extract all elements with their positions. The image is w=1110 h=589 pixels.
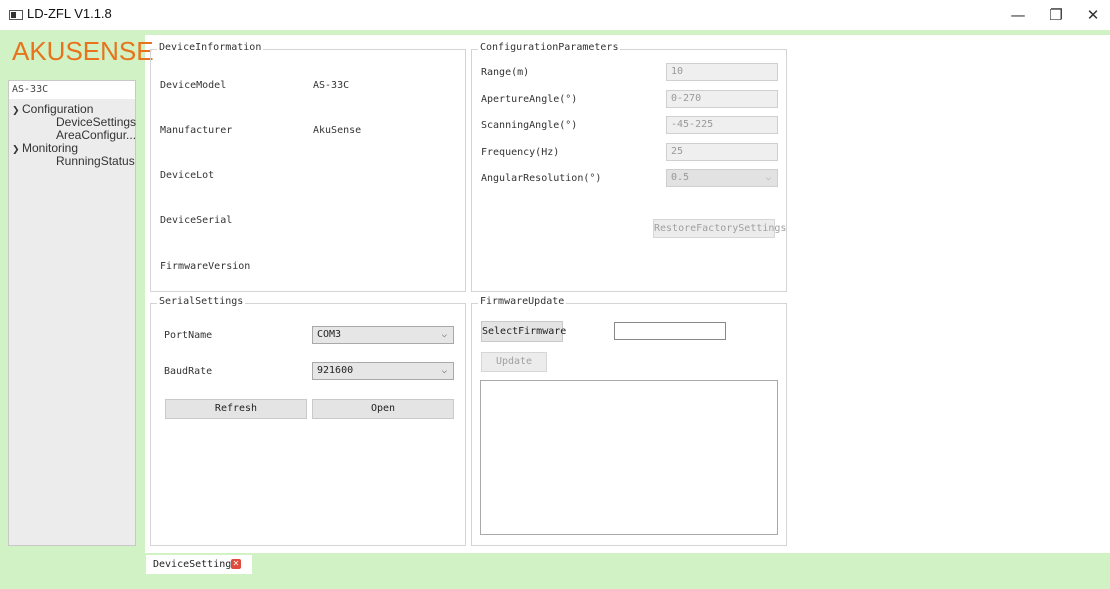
- update-button[interactable]: Update: [481, 352, 547, 372]
- restore-button[interactable]: ❐: [1041, 4, 1071, 26]
- window-title: LD-ZFL V1.1.8: [27, 6, 112, 21]
- tree-group-label: Configuration: [22, 102, 94, 116]
- manufacturer-label: Manufacturer: [160, 125, 233, 136]
- device-lot-label: DeviceLot: [160, 170, 215, 181]
- baud-rate-value: 921600: [317, 365, 354, 376]
- device-serial-label: DeviceSerial: [160, 215, 233, 226]
- chevron-down-icon: ⌵: [441, 330, 447, 340]
- minimize-button[interactable]: —: [1003, 4, 1033, 26]
- port-name-label: PortName: [164, 330, 213, 341]
- aperture-angle-field[interactable]: 0-270: [666, 90, 778, 108]
- chevron-down-icon: ⌵: [441, 366, 447, 376]
- tree-item-area-configuration[interactable]: AreaConfigur...: [56, 128, 136, 142]
- tab-label: DeviceSettings: [153, 559, 238, 570]
- port-name-select[interactable]: COM3 ⌵: [312, 326, 454, 344]
- tree-group-label: Monitoring: [22, 141, 79, 155]
- tree-item-running-status[interactable]: RunningStatus: [56, 154, 135, 168]
- frequency-label: Frequency(Hz): [481, 147, 560, 158]
- angular-resolution-select[interactable]: 0.5 ⌵: [666, 169, 778, 187]
- frequency-field[interactable]: 25: [666, 143, 778, 161]
- angular-resolution-value: 0.5: [671, 172, 690, 183]
- firmware-log-area[interactable]: [480, 380, 778, 535]
- tab-device-settings[interactable]: DeviceSettings ✕: [146, 555, 252, 574]
- baud-rate-select[interactable]: 921600 ⌵: [312, 362, 454, 380]
- navigation-tree: AS-33C ❯ Configuration DeviceSettings Are…: [8, 80, 136, 546]
- close-icon[interactable]: ✕: [231, 559, 241, 569]
- device-information-group: DeviceInformation DeviceModel AS-33C Man…: [150, 42, 466, 292]
- close-button[interactable]: ✕: [1078, 4, 1108, 26]
- select-firmware-button[interactable]: SelectFirmware: [481, 321, 566, 342]
- refresh-button[interactable]: Refresh: [165, 399, 307, 419]
- group-title: FirmwareUpdate: [478, 296, 567, 307]
- group-title: DeviceInformation: [157, 42, 264, 53]
- baud-rate-label: BaudRate: [164, 366, 213, 377]
- tree-root-device[interactable]: AS-33C: [9, 81, 135, 99]
- aperture-angle-label: ApertureAngle(°): [481, 94, 578, 105]
- group-title: ConfigurationParameters: [478, 42, 621, 53]
- firmware-version-label: FirmwareVersion: [160, 261, 251, 272]
- configuration-parameters-group: ConfigurationParameters Range(m) 10 Aper…: [471, 42, 787, 292]
- brand-logo: AKUSENSE: [12, 36, 154, 66]
- serial-settings-group: SerialSettings PortName COM3 ⌵ BaudRate …: [150, 296, 466, 546]
- group-title: SerialSettings: [157, 296, 246, 307]
- scanning-angle-label: ScanningAngle(°): [481, 120, 578, 131]
- manufacturer-value: AkuSense: [313, 125, 362, 136]
- device-model-value: AS-33C: [313, 80, 350, 91]
- app-icon: [9, 10, 23, 20]
- device-model-label: DeviceModel: [160, 80, 227, 91]
- tree-group-configuration[interactable]: ❯ Configuration: [12, 102, 93, 116]
- tree-item-device-settings[interactable]: DeviceSettings: [56, 115, 136, 129]
- range-field[interactable]: 10: [666, 63, 778, 81]
- tree-group-monitoring[interactable]: ❯ Monitoring: [12, 141, 78, 155]
- open-port-button[interactable]: Open: [312, 399, 454, 419]
- title-bar: LD-ZFL V1.1.8 — ❐ ✕: [0, 0, 1110, 30]
- chevron-down-icon[interactable]: ❯: [12, 105, 22, 116]
- chevron-down-icon[interactable]: ❯: [12, 144, 22, 155]
- firmware-path-input[interactable]: [614, 322, 726, 340]
- range-label: Range(m): [481, 67, 530, 78]
- chevron-down-icon: ⌵: [765, 173, 771, 183]
- firmware-update-group: FirmwareUpdate SelectFirmware Update: [471, 296, 787, 546]
- restore-factory-settings-button[interactable]: RestoreFactorySettings: [653, 219, 786, 238]
- port-name-value: COM3: [317, 329, 342, 340]
- angular-resolution-label: AngularResolution(°): [481, 173, 602, 184]
- scanning-angle-field[interactable]: -45-225: [666, 116, 778, 134]
